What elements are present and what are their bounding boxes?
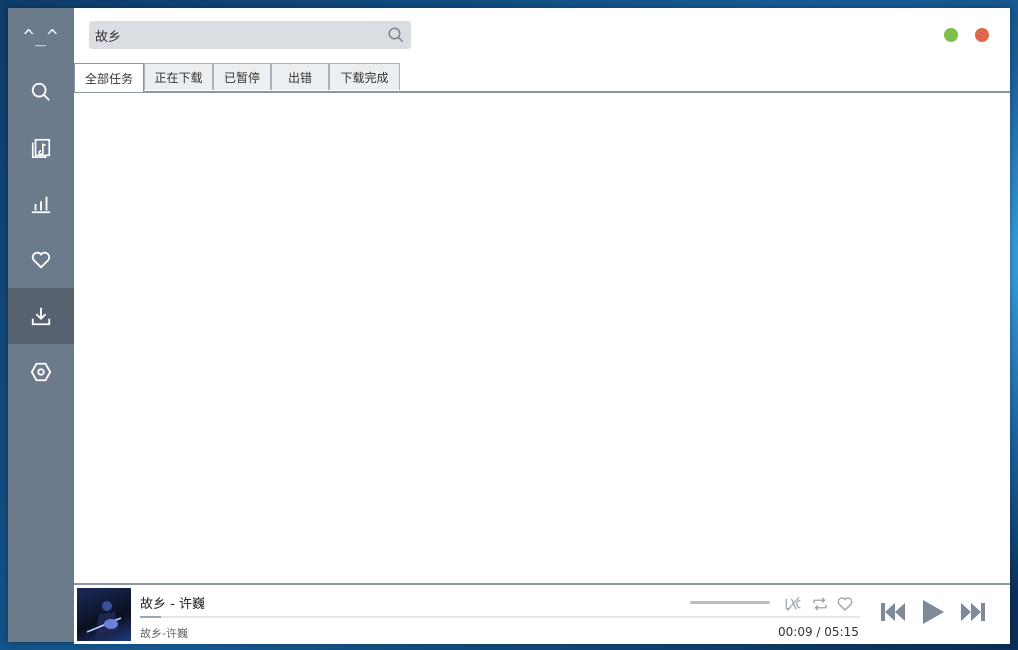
lyrics-icon[interactable]: [784, 595, 802, 613]
sidebar-item-download[interactable]: [8, 288, 74, 344]
tab-error[interactable]: 出错: [271, 63, 329, 90]
guitarist-image: [86, 601, 122, 638]
music-library-icon: [31, 138, 51, 158]
time-separator: /: [816, 625, 821, 639]
heart-icon: [31, 251, 51, 269]
search-icon[interactable]: [387, 26, 405, 44]
play-icon[interactable]: [920, 598, 946, 626]
sidebar-item-favorites[interactable]: [8, 232, 74, 288]
player-bar: 故乡 - 许巍 故乡-许巍 00:09 / 05:15: [74, 583, 1010, 644]
song-subtitle: 故乡-许巍: [140, 627, 188, 640]
hexagon-settings-icon: [30, 362, 52, 382]
progress-fill: [140, 616, 161, 618]
tab-paused[interactable]: 已暂停: [213, 63, 271, 90]
download-tabs: 全部任务 正在下载 已暂停 出错 下载完成: [74, 62, 1010, 93]
close-button[interactable]: [975, 28, 989, 42]
sidebar-item-charts[interactable]: [8, 176, 74, 232]
task-list-area: [74, 93, 1010, 583]
chart-icon: [31, 196, 51, 214]
time-display: 00:09 / 05:15: [778, 625, 859, 639]
favorite-icon[interactable]: [836, 595, 854, 613]
music-app-window: ^_^ 全部任务 正在下载: [8, 8, 1010, 644]
top-bar: [74, 8, 1010, 62]
search-icon: [31, 82, 50, 101]
current-time: 00:09: [778, 625, 813, 639]
sidebar-item-search[interactable]: [8, 64, 74, 120]
sidebar-item-settings[interactable]: [8, 344, 74, 400]
download-icon: [31, 307, 51, 326]
minimize-button[interactable]: [944, 28, 958, 42]
song-title: 故乡 - 许巍: [140, 597, 205, 612]
next-icon[interactable]: [960, 601, 986, 623]
album-cover[interactable]: [77, 588, 131, 641]
tab-all-tasks[interactable]: 全部任务: [74, 63, 144, 92]
search-input[interactable]: [95, 21, 375, 49]
volume-slider[interactable]: [690, 601, 770, 604]
previous-icon[interactable]: [880, 601, 906, 623]
sidebar: ^_^: [8, 8, 74, 642]
repeat-icon[interactable]: [811, 595, 829, 613]
search-box: [89, 21, 411, 49]
total-time: 05:15: [824, 625, 859, 639]
main-panel: 全部任务 正在下载 已暂停 出错 下载完成 故乡 - 许巍 故乡-许巍: [74, 8, 1010, 644]
sidebar-item-library[interactable]: [8, 120, 74, 176]
tab-completed[interactable]: 下载完成: [329, 63, 400, 90]
tab-downloading[interactable]: 正在下载: [144, 63, 213, 90]
app-logo: ^_^: [23, 25, 59, 47]
progress-bar[interactable]: [140, 616, 860, 618]
